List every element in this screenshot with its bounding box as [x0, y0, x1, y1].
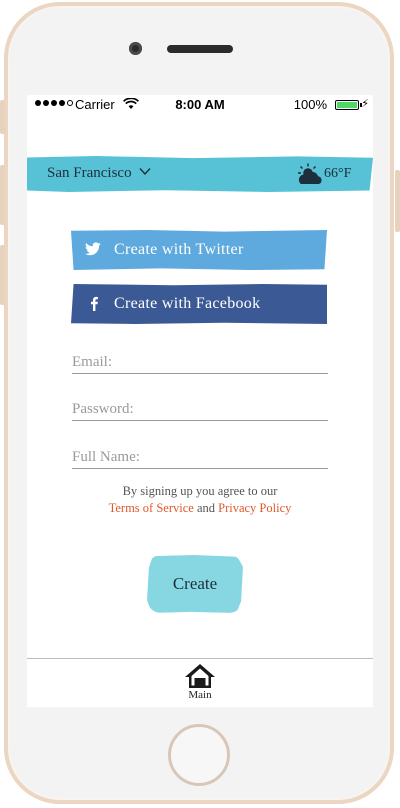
tab-main[interactable]: Main — [177, 663, 223, 707]
app-screen: Carrier 8:00 AM 100% ⚡ San Francisco 66°… — [27, 95, 373, 707]
terms-prefix: By signing up you agree to our — [122, 484, 278, 498]
password-field[interactable] — [72, 399, 328, 421]
terms-notice: By signing up you agree to our Terms of … — [27, 483, 373, 517]
email-field[interactable] — [72, 352, 328, 374]
twitter-bird-icon — [85, 242, 101, 256]
volume-up-button — [0, 165, 5, 225]
create-with-twitter-button[interactable]: Create with Twitter — [71, 230, 327, 270]
mute-switch — [0, 100, 5, 134]
bolt-icon: ⚡ — [361, 98, 369, 110]
house-icon — [185, 664, 215, 688]
terms-conjunction: and — [196, 501, 215, 515]
front-camera — [129, 42, 142, 55]
home-button[interactable] — [168, 724, 230, 786]
full-name-field[interactable] — [72, 447, 328, 469]
city-selector[interactable]: San Francisco — [47, 165, 132, 182]
volume-down-button — [0, 245, 5, 305]
facebook-button-label: Create with Facebook — [114, 295, 261, 312]
create-with-facebook-button[interactable]: Create with Facebook — [71, 284, 327, 324]
temperature: 66°F — [324, 166, 352, 181]
battery-percent: 100% — [293, 97, 327, 112]
chevron-down-icon[interactable] — [139, 167, 151, 176]
tab-main-label: Main — [188, 689, 212, 701]
power-button — [395, 170, 400, 232]
battery-icon — [335, 100, 362, 110]
privacy-policy-link[interactable]: Privacy Policy — [218, 501, 291, 515]
facebook-f-icon — [91, 296, 98, 311]
location-bar[interactable]: San Francisco 66°F — [27, 156, 373, 192]
twitter-button-label: Create with Twitter — [114, 241, 244, 258]
partly-cloudy-icon — [298, 163, 322, 184]
tab-bar: Main — [27, 658, 373, 707]
terms-of-service-link[interactable]: Terms of Service — [109, 501, 194, 515]
earpiece-speaker — [167, 45, 233, 53]
status-bar: Carrier 8:00 AM 100% ⚡ — [27, 95, 373, 115]
create-button[interactable]: Create — [147, 555, 243, 613]
